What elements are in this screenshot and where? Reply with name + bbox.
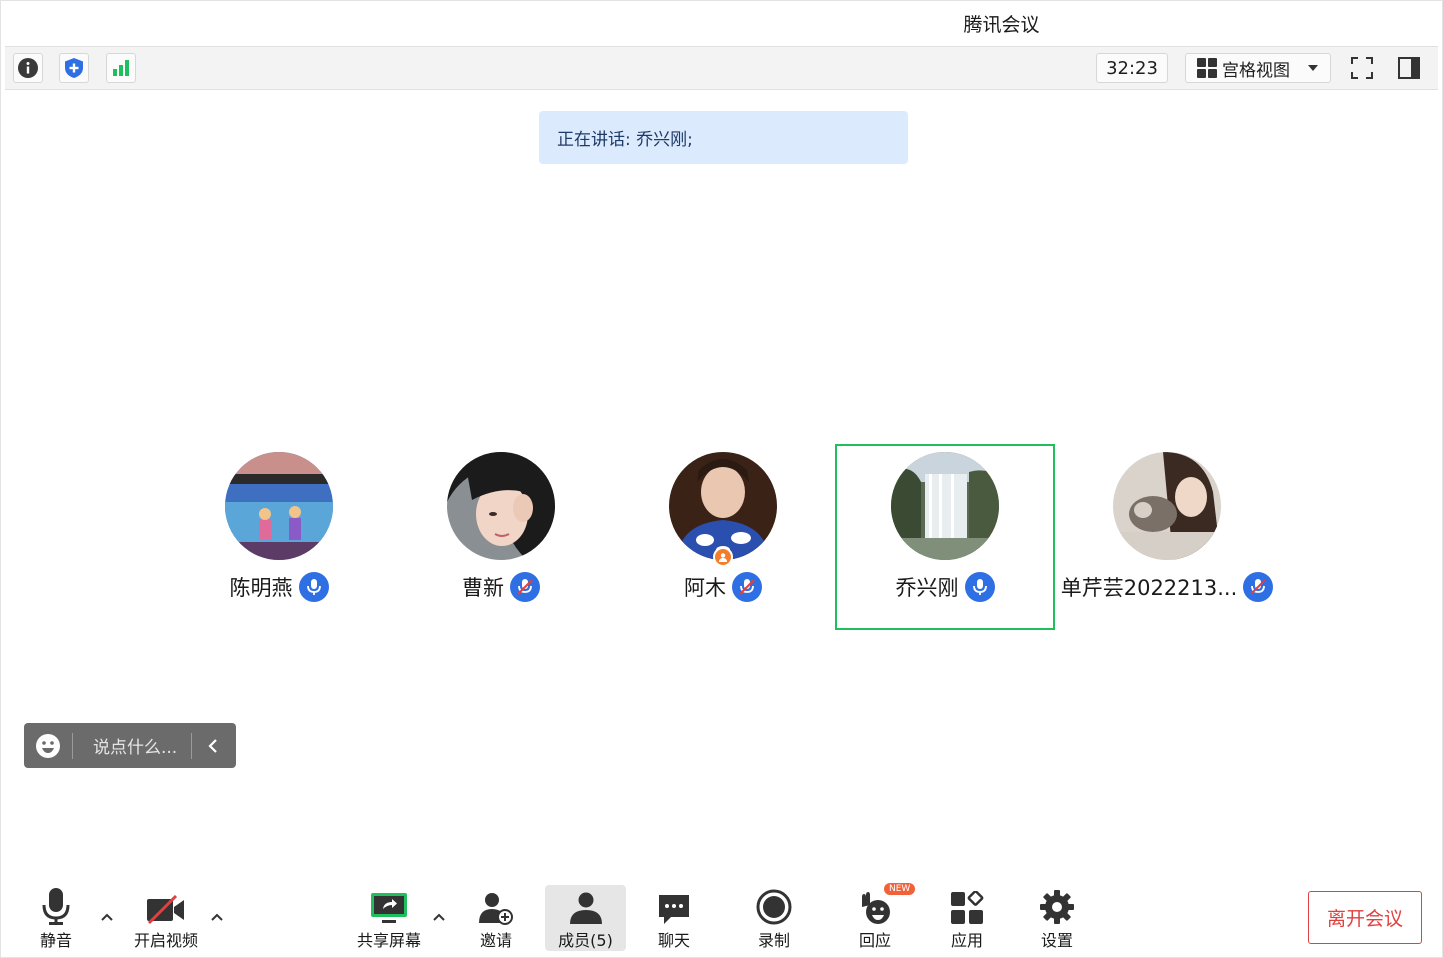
video-off-icon <box>147 895 184 925</box>
fullscreen-icon <box>1351 57 1373 79</box>
collapse-chat-button[interactable] <box>192 738 234 754</box>
reaction-hand-emoji-icon <box>862 892 890 924</box>
chat-button[interactable]: 聊天 <box>654 885 694 951</box>
participant-tile[interactable]: 陈明燕 <box>169 444 389 630</box>
speaking-indicator: 正在讲话: 乔兴刚; <box>539 111 908 164</box>
share-label: 共享屏幕 <box>356 931 421 950</box>
participant-name: 乔兴刚 <box>895 576 959 600</box>
smiley-icon <box>36 733 60 758</box>
network-status-button[interactable] <box>106 53 136 83</box>
mute-button[interactable]: 静音 <box>36 885 76 951</box>
microphone-icon <box>42 888 70 925</box>
avatar <box>891 452 999 560</box>
add-user-icon <box>479 893 513 925</box>
view-mode-label: 宫格视图 <box>1222 60 1290 81</box>
mute-label: 静音 <box>39 931 72 950</box>
window-title: 腾讯会议 <box>963 14 1040 36</box>
quick-chat-input[interactable]: 说点什么... <box>73 733 191 758</box>
security-button[interactable] <box>59 53 89 83</box>
mic-on-icon <box>964 572 995 602</box>
bottom-control-bar: 静音 开启视频 共享屏幕 邀请 成员(5) 聊天 录制 NEW 回应 应用 设置… <box>0 880 1443 958</box>
new-badge: NEW <box>884 883 916 895</box>
react-label: 回应 <box>858 931 891 950</box>
start-video-button[interactable]: 开启视频 <box>130 885 202 951</box>
members-label: 成员(5) <box>558 931 613 950</box>
host-icon <box>713 547 733 567</box>
share-screen-icon <box>371 893 407 923</box>
share-options-button[interactable] <box>432 910 446 924</box>
avatar <box>669 452 777 560</box>
video-label: 开启视频 <box>133 931 198 950</box>
participant-name-row: 曹新 <box>391 572 611 602</box>
participant-name: 陈明燕 <box>229 576 293 600</box>
signal-bars-icon <box>113 60 129 76</box>
chat-label: 聊天 <box>657 931 690 950</box>
shield-plus-icon <box>65 58 83 78</box>
apps-button[interactable]: 应用 <box>947 885 987 951</box>
participant-name-row: 乔兴刚 <box>837 572 1053 602</box>
emoji-button[interactable] <box>24 733 72 759</box>
invite-button[interactable]: 邀请 <box>476 885 516 951</box>
speaking-text: 正在讲话: 乔兴刚; <box>557 130 693 150</box>
audio-options-button[interactable] <box>100 910 114 924</box>
chevron-up-icon <box>101 913 113 921</box>
meeting-timer: 32:23 <box>1096 53 1168 83</box>
participant-name: 单芹芸2022213... <box>1060 576 1238 600</box>
settings-button[interactable]: 设置 <box>1037 885 1077 951</box>
chevron-up-icon <box>433 913 445 921</box>
members-button[interactable]: 成员(5) <box>545 885 626 951</box>
title-bar: 腾讯会议 <box>0 0 1443 45</box>
info-icon <box>18 58 38 78</box>
participant-tile[interactable]: 阿木 <box>613 444 833 630</box>
share-screen-button[interactable]: 共享屏幕 <box>353 885 425 951</box>
avatar <box>225 452 333 560</box>
quick-chat-bar: 说点什么... <box>24 723 236 768</box>
mic-muted-icon <box>1243 572 1274 602</box>
avatar <box>1113 452 1221 560</box>
apps-grid-icon <box>951 891 984 924</box>
leave-meeting-button[interactable]: 离开会议 <box>1308 891 1422 944</box>
members-icon <box>569 892 602 924</box>
chat-bubble-icon <box>659 895 689 924</box>
video-options-button[interactable] <box>210 910 224 924</box>
fullscreen-button[interactable] <box>1347 53 1377 83</box>
meeting-toolbar: 32:23 宫格视图 <box>5 46 1438 90</box>
sidebar-panel-icon <box>1398 57 1420 79</box>
info-button[interactable] <box>13 53 43 83</box>
record-button[interactable]: 录制 <box>754 885 794 951</box>
chevron-down-icon <box>1308 65 1318 71</box>
record-label: 录制 <box>757 931 790 950</box>
participant-tile[interactable]: 曹新 <box>391 444 611 630</box>
sidebar-toggle-button[interactable] <box>1394 53 1424 83</box>
record-icon <box>756 889 792 925</box>
react-button[interactable]: NEW 回应 <box>855 883 916 951</box>
mic-muted-icon <box>732 572 762 602</box>
participant-name-row: 单芹芸2022213... <box>1057 572 1277 602</box>
avatar <box>447 452 555 560</box>
settings-label: 设置 <box>1040 931 1073 950</box>
participant-name-row: 阿木 <box>613 572 833 602</box>
participant-name: 阿木 <box>684 576 726 600</box>
mic-on-icon <box>298 572 329 602</box>
chevron-up-icon <box>211 913 223 921</box>
view-mode-dropdown[interactable]: 宫格视图 <box>1185 53 1331 83</box>
participant-name: 曹新 <box>462 576 504 600</box>
participant-name-row: 陈明燕 <box>169 572 389 602</box>
gear-icon <box>1040 890 1074 924</box>
participant-tile[interactable]: 单芹芸2022213... <box>1057 444 1277 630</box>
mic-muted-icon <box>510 572 540 602</box>
grid-icon <box>1197 58 1217 78</box>
apps-label: 应用 <box>950 931 983 950</box>
chevron-left-icon <box>208 738 217 753</box>
invite-label: 邀请 <box>479 931 512 950</box>
participant-tile-active[interactable]: 乔兴刚 <box>835 444 1055 630</box>
